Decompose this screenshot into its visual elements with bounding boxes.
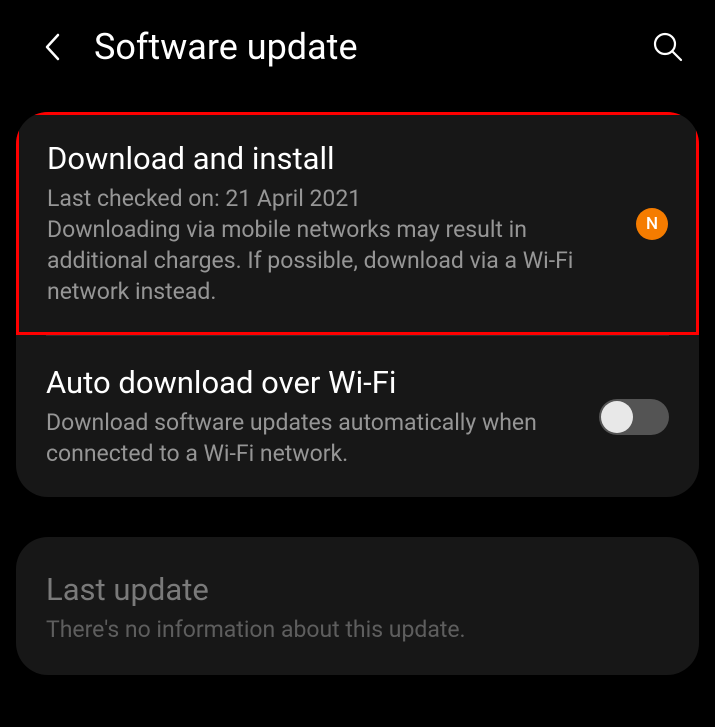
page-title: Software update: [94, 26, 651, 68]
new-badge: N: [636, 208, 668, 240]
search-icon[interactable]: [651, 30, 685, 64]
last-update-item[interactable]: Last update There's no information about…: [16, 537, 699, 675]
download-title: Download and install: [47, 140, 618, 177]
toggle-knob: [601, 401, 633, 433]
settings-card-2: Last update There's no information about…: [16, 537, 699, 675]
auto-download-title: Auto download over Wi-Fi: [46, 364, 581, 401]
last-update-title: Last update: [46, 571, 669, 608]
download-desc: Last checked on: 21 April 2021 Downloadi…: [47, 183, 618, 307]
back-icon[interactable]: [40, 34, 66, 60]
settings-card-1: Download and install Last checked on: 21…: [16, 112, 699, 497]
download-and-install-item[interactable]: Download and install Last checked on: 21…: [16, 112, 699, 335]
auto-download-toggle[interactable]: [599, 399, 669, 435]
last-update-desc: There's no information about this update…: [46, 614, 669, 645]
auto-download-item[interactable]: Auto download over Wi-Fi Download softwa…: [16, 336, 699, 497]
auto-download-desc: Download software updates automatically …: [46, 407, 581, 469]
